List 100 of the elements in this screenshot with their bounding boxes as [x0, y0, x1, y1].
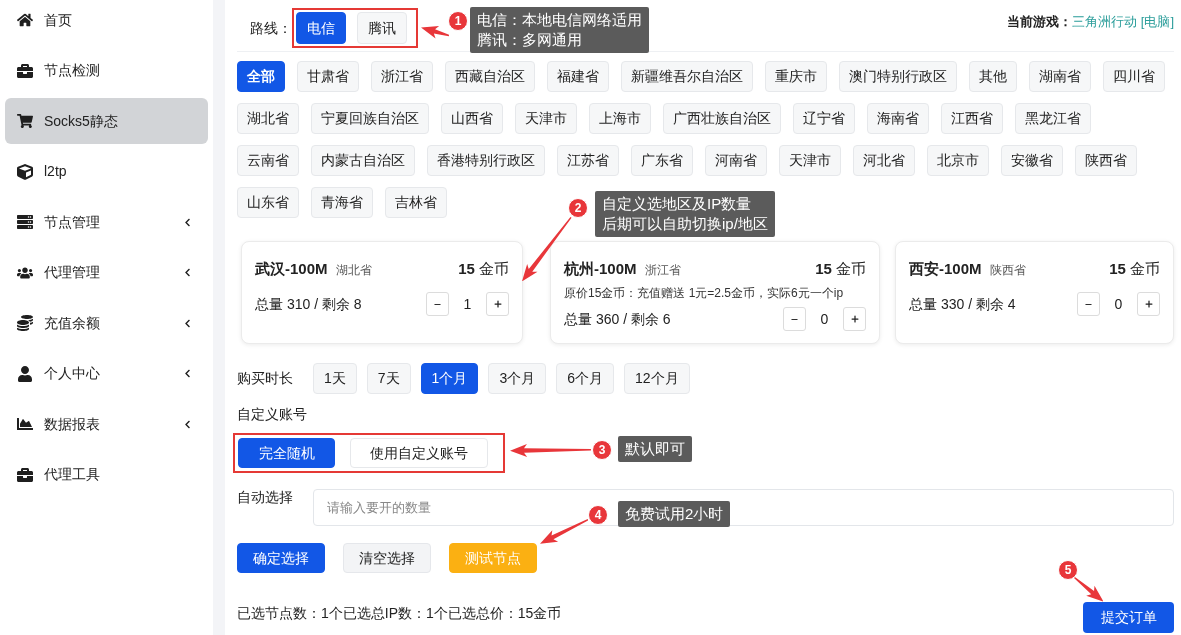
- sidebar-item[interactable]: 代理工具: [5, 451, 208, 498]
- auto-select-label: 自动选择: [237, 488, 294, 507]
- price-label: 15 金币: [1109, 258, 1160, 279]
- account-label: 自定义账号: [237, 405, 307, 424]
- coins-icon: [17, 315, 33, 331]
- region-chip[interactable]: 陕西省: [1075, 145, 1137, 176]
- account-option[interactable]: 使用自定义账号: [350, 438, 488, 468]
- node-name: 西安-100M: [909, 258, 982, 279]
- duration-option[interactable]: 1个月: [420, 363, 479, 394]
- increase-button[interactable]: [1137, 292, 1160, 316]
- region-chip[interactable]: 吉林省: [385, 187, 447, 218]
- quantity-value: 0: [819, 309, 830, 329]
- action-button[interactable]: 确定选择: [237, 543, 325, 573]
- region-chip[interactable]: 山西省: [441, 103, 503, 134]
- sidebar-item[interactable]: 数据报表: [5, 401, 208, 447]
- region-chip[interactable]: 福建省: [547, 61, 609, 92]
- price-label: 15 金币: [815, 258, 866, 279]
- sidebar-item[interactable]: 代理管理: [5, 249, 208, 296]
- quantity-value: 1: [462, 294, 473, 314]
- briefcase-icon: [17, 466, 33, 483]
- province-label: 湖北省: [335, 261, 372, 279]
- action-button[interactable]: 清空选择: [343, 543, 431, 573]
- selection-summary: 已选节点数：1个已选总IP数：1个已选总价：15金币: [237, 604, 562, 623]
- sidebar-item[interactable]: 节点管理: [5, 199, 208, 245]
- region-chip[interactable]: 四川省: [1103, 61, 1165, 92]
- stock-label: 总量 360 / 剩余 6: [564, 309, 671, 329]
- current-game-value: 三角洲行动 [电脑]: [1072, 13, 1174, 31]
- region-chip[interactable]: 河北省: [853, 145, 915, 176]
- sidebar-item[interactable]: 充值余额: [5, 300, 208, 346]
- region-chip[interactable]: 辽宁省: [793, 103, 855, 134]
- callout-arrow: [540, 519, 589, 544]
- region-chip[interactable]: 河南省: [705, 145, 767, 176]
- route-option[interactable]: 腾讯: [357, 12, 407, 44]
- plus-icon: [1143, 299, 1154, 309]
- region-chip[interactable]: 安徽省: [1001, 145, 1063, 176]
- region-chip[interactable]: 香港特别行政区: [427, 145, 545, 176]
- duration-label: 购买时长: [237, 369, 294, 388]
- note-line: 自定义选地区及IP数量: [602, 194, 753, 214]
- region-chip[interactable]: 湖北省: [237, 103, 299, 134]
- note-line: 电信：本地电信网络适用: [477, 10, 642, 30]
- callout-arrow: [421, 26, 450, 39]
- region-chip[interactable]: 云南省: [237, 145, 299, 176]
- account-option[interactable]: 完全随机: [238, 438, 335, 468]
- region-chip[interactable]: 宁夏回族自治区: [311, 103, 429, 134]
- server-icon: [17, 214, 33, 230]
- briefcase-icon: [17, 62, 33, 79]
- increase-button[interactable]: [486, 292, 509, 316]
- route-option[interactable]: 电信: [296, 12, 346, 44]
- duration-option[interactable]: 7天: [366, 363, 411, 394]
- region-chip[interactable]: 上海市: [589, 103, 651, 134]
- chart-icon: [17, 416, 33, 432]
- price-label: 15 金币: [458, 258, 509, 279]
- region-chip[interactable]: 海南省: [867, 103, 929, 134]
- sidebar-item[interactable]: 个人中心: [5, 350, 208, 397]
- region-chip[interactable]: 重庆市: [765, 61, 827, 92]
- region-chip[interactable]: 西藏自治区: [445, 61, 535, 92]
- duration-option[interactable]: 3个月: [488, 363, 547, 394]
- province-label: 陕西省: [989, 261, 1026, 279]
- cube-icon: [17, 163, 33, 180]
- cart-icon: [17, 113, 33, 129]
- stock-label: 总量 310 / 剩余 8: [255, 294, 362, 314]
- duration-option[interactable]: 12个月: [624, 363, 690, 394]
- user-icon: [17, 365, 33, 382]
- region-chip[interactable]: 黑龙江省: [1015, 103, 1091, 134]
- price-note: 原价15金币：充值赠送 1元=2.5金币，实际6元一个ip: [564, 285, 845, 301]
- region-chip[interactable]: 全部: [237, 61, 285, 92]
- region-chip[interactable]: 内蒙古自治区: [311, 145, 415, 176]
- region-chip[interactable]: 江西省: [941, 103, 1003, 134]
- quantity-value: 0: [1113, 294, 1124, 314]
- note-line: 免费试用2小时: [625, 504, 724, 524]
- increase-button[interactable]: [843, 307, 866, 331]
- region-chip[interactable]: 湖南省: [1029, 61, 1091, 92]
- node-name: 武汉-100M: [255, 258, 328, 279]
- plus-icon: [849, 314, 860, 324]
- sidebar-item[interactable]: 首页: [5, 0, 208, 43]
- region-chip[interactable]: 天津市: [779, 145, 841, 176]
- sidebar-item[interactable]: 节点检测: [5, 47, 208, 94]
- sidebar-item[interactable]: Socks5静态: [5, 98, 208, 144]
- region-chip[interactable]: 澳门特别行政区: [839, 61, 957, 92]
- region-chip[interactable]: 北京市: [927, 145, 989, 176]
- region-chip[interactable]: 山东省: [237, 187, 299, 218]
- current-game-label: 当前游戏：: [1007, 13, 1073, 31]
- region-chip[interactable]: 广西壮族自治区: [663, 103, 781, 134]
- callout-arrow: [1073, 577, 1103, 602]
- region-chip[interactable]: 甘肃省: [297, 61, 359, 92]
- stock-label: 总量 330 / 剩余 4: [909, 294, 1016, 314]
- duration-option[interactable]: 6个月: [556, 363, 614, 394]
- note-line: 后期可以自助切换ip/地区: [602, 214, 768, 234]
- region-chip[interactable]: 浙江省: [371, 61, 433, 92]
- sidebar-item[interactable]: l2tp: [5, 148, 208, 195]
- region-chip[interactable]: 新疆维吾尔自治区: [621, 61, 753, 92]
- duration-option[interactable]: 1天: [313, 363, 357, 394]
- submit-order-button[interactable]: 提交订单: [1083, 602, 1174, 633]
- region-chip[interactable]: 江苏省: [557, 145, 619, 176]
- region-chip[interactable]: 青海省: [311, 187, 373, 218]
- region-chip[interactable]: 其他: [969, 61, 1017, 92]
- region-chip[interactable]: 广东省: [631, 145, 693, 176]
- node-name: 杭州-100M: [564, 258, 637, 279]
- region-chip[interactable]: 天津市: [515, 103, 577, 134]
- home-icon: [17, 12, 33, 28]
